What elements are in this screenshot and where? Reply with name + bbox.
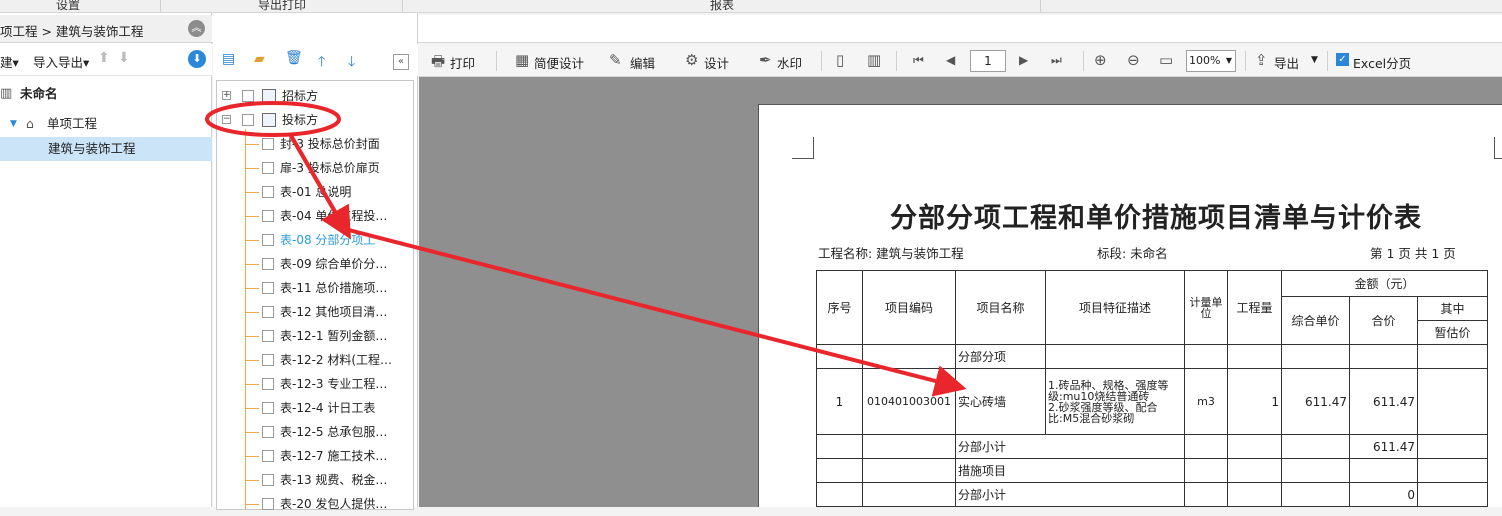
annotation-arrow — [288, 132, 967, 397]
highlight-circle — [205, 101, 341, 137]
annotation-arrow-head-1 — [288, 132, 352, 240]
annotation-overlay — [205, 101, 967, 397]
